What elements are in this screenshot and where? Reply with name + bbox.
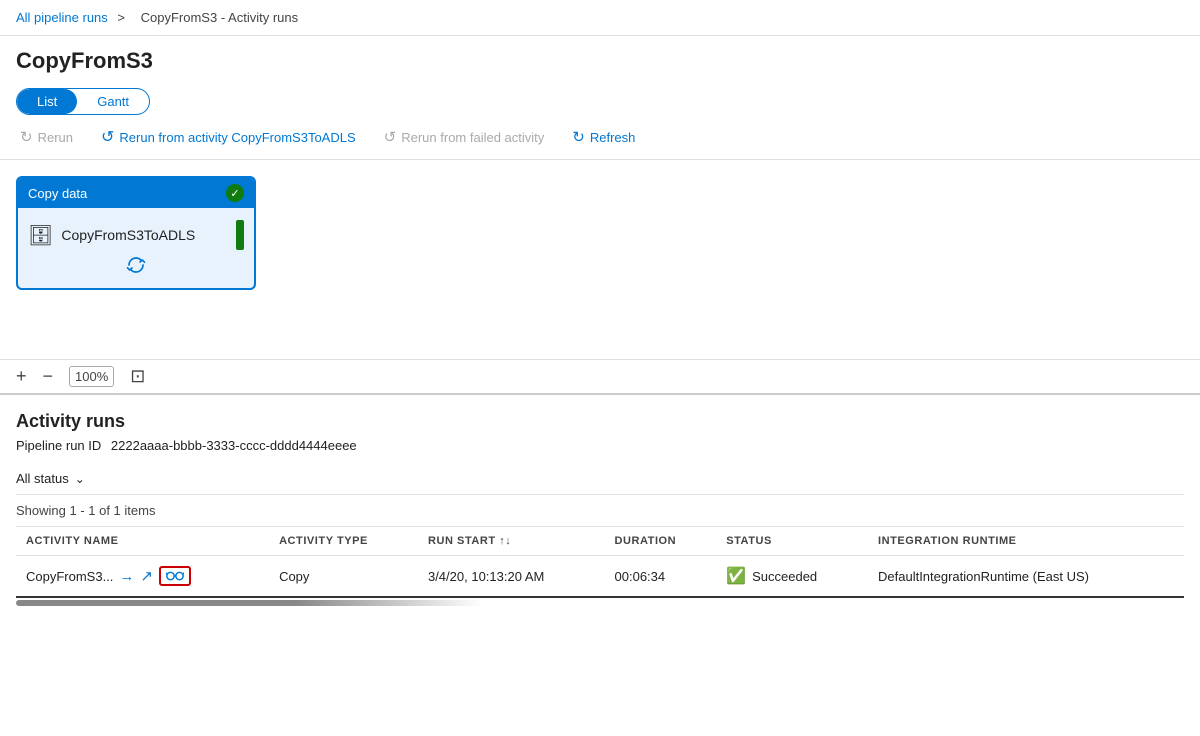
pipeline-run-id-label: Pipeline run ID — [16, 438, 101, 453]
breadcrumb-link[interactable]: All pipeline runs — [16, 10, 108, 25]
filter-row[interactable]: All status ⌄ — [16, 463, 1184, 495]
cell-status: ✅ Succeeded — [716, 556, 868, 598]
tab-list: List Gantt — [16, 88, 150, 115]
rerun-button[interactable]: ↻ Rerun — [16, 126, 77, 148]
pipeline-node-title: Copy data — [28, 186, 87, 201]
filter-chevron-icon: ⌄ — [75, 472, 85, 486]
activity-runs-title: Activity runs — [16, 411, 1184, 432]
zoom-100-button[interactable]: 100% — [69, 366, 114, 387]
pipeline-node-green-indicator — [236, 220, 244, 250]
pipeline-run-id-value: 2222aaaa-bbbb-3333-cccc-dddd4444eeee — [111, 438, 357, 453]
cell-activity-type: Copy — [269, 556, 418, 598]
col-run-start: RUN START ↑↓ — [418, 527, 605, 556]
cell-integration-runtime: DefaultIntegrationRuntime (East US) — [868, 556, 1184, 598]
pipeline-node-header: Copy data ✓ — [18, 178, 254, 208]
canvas-controls: + − 100% ⊡ — [0, 360, 1200, 395]
page-title: CopyFromS3 — [0, 36, 1200, 82]
breadcrumb: All pipeline runs > CopyFromS3 - Activit… — [0, 0, 1200, 36]
rerun-from-icon: ↺ — [101, 127, 114, 147]
table-header-row: ACTIVITY NAME ACTIVITY TYPE RUN START ↑↓… — [16, 527, 1184, 556]
database-icon: 🗄 — [28, 223, 53, 248]
pipeline-node-activity-name: CopyFromS3ToADLS — [61, 227, 195, 243]
rerun-from-activity-button[interactable]: ↺ Rerun from activity CopyFromS3ToADLS — [97, 125, 360, 149]
cell-run-start: 3/4/20, 10:13:20 AM — [418, 556, 605, 598]
activity-runs-section: Activity runs Pipeline run ID 2222aaaa-b… — [0, 395, 1200, 606]
zoom-out-button[interactable]: − — [43, 366, 54, 387]
pipeline-node-row: 🗄 CopyFromS3ToADLS — [28, 220, 244, 250]
showing-text: Showing 1 - 1 of 1 items — [16, 495, 1184, 527]
canvas-area: Copy data ✓ 🗄 CopyFromS3ToADLS — [0, 160, 1200, 360]
tab-list[interactable]: List — [17, 89, 77, 114]
col-activity-type: ACTIVITY TYPE — [269, 527, 418, 556]
pipeline-run-id: Pipeline run ID 2222aaaa-bbbb-3333-cccc-… — [16, 438, 1184, 453]
pipeline-node-body: 🗄 CopyFromS3ToADLS — [18, 208, 254, 288]
table-row: CopyFromS3... → ↗ — [16, 556, 1184, 598]
activity-name-text: CopyFromS3... — [26, 569, 113, 584]
zoom-in-button[interactable]: + — [16, 366, 27, 387]
col-integration-runtime: INTEGRATION RUNTIME — [868, 527, 1184, 556]
rerun-icon: ↻ — [20, 128, 33, 146]
details-glasses-button[interactable] — [159, 566, 191, 586]
pipeline-node-check-icon: ✓ — [226, 184, 244, 202]
pipeline-node-refresh-icon[interactable] — [125, 254, 147, 276]
breadcrumb-current: CopyFromS3 - Activity runs — [141, 10, 299, 25]
rerun-failed-icon: ↺ — [384, 128, 397, 146]
pipeline-node-activity: 🗄 CopyFromS3ToADLS — [28, 223, 195, 248]
horizontal-scrollbar[interactable] — [16, 600, 483, 606]
breadcrumb-separator: > — [117, 10, 125, 25]
status-cell: ✅ Succeeded — [726, 566, 858, 586]
tab-gantt[interactable]: Gantt — [77, 89, 149, 114]
col-activity-name: ACTIVITY NAME — [16, 527, 269, 556]
cell-activity-name: CopyFromS3... → ↗ — [16, 556, 269, 598]
filter-label: All status — [16, 471, 69, 486]
fit-button[interactable]: ⊡ — [130, 366, 145, 387]
cell-duration: 00:06:34 — [605, 556, 717, 598]
status-success-icon: ✅ — [726, 566, 746, 586]
activity-runs-table: ACTIVITY NAME ACTIVITY TYPE RUN START ↑↓… — [16, 527, 1184, 598]
tabs-row: List Gantt — [0, 82, 1200, 115]
refresh-icon: ↻ — [572, 128, 585, 146]
rerun-failed-button[interactable]: ↺ Rerun from failed activity — [380, 126, 549, 148]
toolbar: ↻ Rerun ↺ Rerun from activity CopyFromS3… — [0, 115, 1200, 160]
refresh-button[interactable]: ↻ Refresh — [568, 126, 639, 148]
pipeline-node: Copy data ✓ 🗄 CopyFromS3ToADLS — [16, 176, 256, 290]
status-text: Succeeded — [752, 569, 817, 584]
activity-name-cell: CopyFromS3... → ↗ — [26, 566, 259, 586]
col-duration: DURATION — [605, 527, 717, 556]
arrow-right-icon[interactable]: → — [119, 568, 134, 585]
arrow-out-icon[interactable]: ↗ — [140, 567, 153, 585]
col-status: STATUS — [716, 527, 868, 556]
